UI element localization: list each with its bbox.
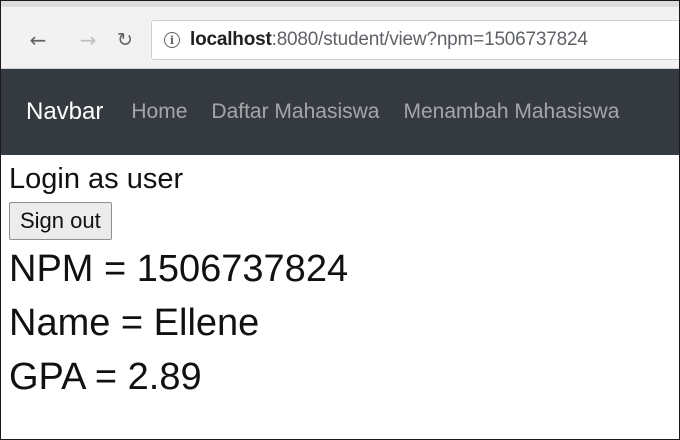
navbar: Navbar Home Daftar Mahasiswa Menambah Ma… (1, 69, 679, 155)
url-host: localhost (190, 29, 272, 50)
address-bar[interactable]: i localhost:8080/student/view?npm=150673… (151, 20, 679, 60)
login-status-text: Login as user (9, 163, 184, 195)
gpa-line: GPA = 2.89 (9, 356, 202, 398)
forward-arrow-icon[interactable]: → (77, 29, 99, 51)
browser-toolbar: ← → ↻ i localhost:8080/student/view?npm=… (1, 1, 679, 69)
browser-window: ← → ↻ i localhost:8080/student/view?npm=… (0, 0, 680, 440)
npm-line: NPM = 1506737824 (9, 248, 349, 290)
info-icon[interactable]: i (164, 32, 180, 48)
tab-strip (1, 1, 679, 7)
nav-link-daftar-mahasiswa[interactable]: Daftar Mahasiswa (211, 100, 379, 124)
nav-link-home[interactable]: Home (131, 100, 187, 124)
url-text[interactable]: localhost:8080/student/view?npm=15067378… (190, 29, 588, 51)
url-path: :8080/student/view?npm=1506737824 (271, 29, 588, 50)
name-line: Name = Ellene (9, 302, 260, 344)
nav-link-menambah-mahasiswa[interactable]: Menambah Mahasiswa (403, 100, 619, 124)
back-arrow-icon[interactable]: ← (27, 29, 49, 51)
navbar-brand[interactable]: Navbar (26, 98, 103, 126)
reload-icon[interactable]: ↻ (114, 29, 136, 51)
page-content: Login as user Sign out NPM = 1506737824 … (1, 161, 679, 402)
sign-out-button[interactable]: Sign out (9, 202, 112, 240)
